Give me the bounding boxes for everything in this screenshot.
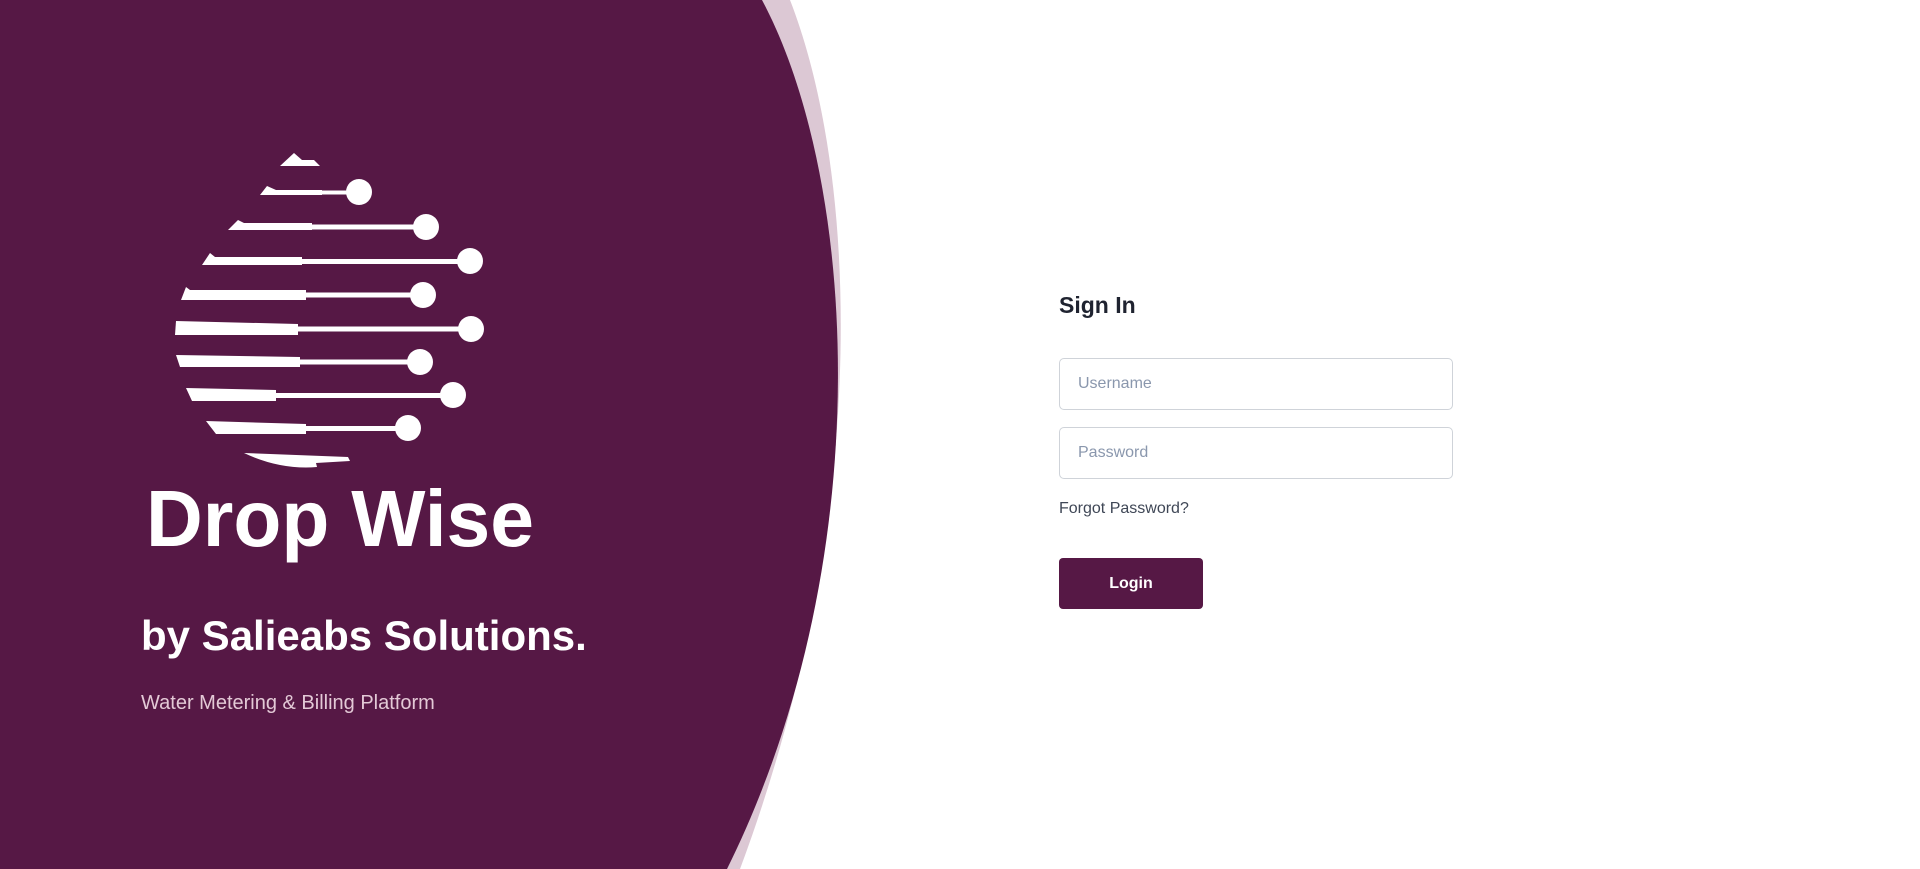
login-button[interactable]: Login xyxy=(1059,558,1203,609)
brand-by-line: by Salieabs Solutions. xyxy=(141,612,587,659)
login-page: Drop Wise by Salieabs Solutions. Water M… xyxy=(0,0,1920,869)
form-title: Sign In xyxy=(1059,292,1136,318)
password-input[interactable] xyxy=(1059,427,1453,479)
water-drop-circuit-icon xyxy=(175,153,484,468)
username-input[interactable] xyxy=(1059,358,1453,410)
forgot-password-link[interactable]: Forgot Password? xyxy=(1059,500,1189,518)
brand-tagline: Water Metering & Billing Platform xyxy=(141,692,435,714)
sign-in-form: Sign In Forgot Password? Login xyxy=(1059,288,1453,609)
brand-name: Drop Wise xyxy=(146,478,534,563)
brand-wordmark: Drop Wise xyxy=(146,478,534,563)
